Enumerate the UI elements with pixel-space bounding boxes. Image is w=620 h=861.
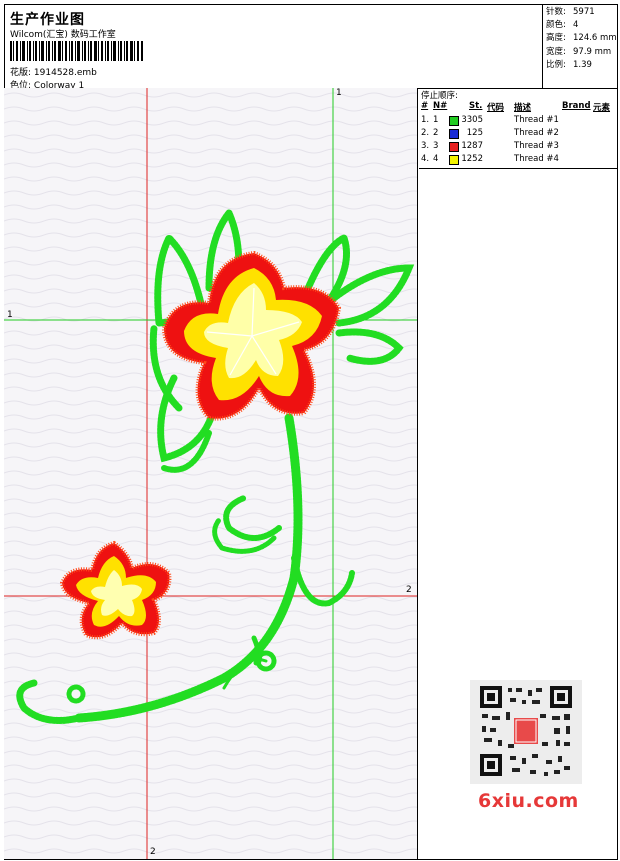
thread-n: 2 xyxy=(433,128,439,138)
page-title: 生产作业图 xyxy=(10,12,85,28)
barcode-icon xyxy=(10,41,143,61)
thread-idx: 1. xyxy=(421,115,430,125)
thread-color-swatch xyxy=(449,142,459,152)
col-element: 元素 xyxy=(593,103,611,113)
guide-label-green-left: 1 xyxy=(7,310,13,320)
thread-color-swatch xyxy=(449,155,459,165)
stat-width: 宽度: 97.9 mm xyxy=(546,46,612,57)
thread-desc: Thread #4 xyxy=(514,154,559,164)
design-label: 花版: xyxy=(10,68,32,78)
thread-n: 3 xyxy=(433,141,439,151)
site-watermark: 6xiu.com xyxy=(478,790,579,812)
thread-desc: Thread #1 xyxy=(514,115,559,125)
stat-stitches: 针数: 5971 xyxy=(546,7,595,17)
software-subtitle: Wilcom(汇宝) 数码工作室 xyxy=(10,30,116,40)
guide-label-red-bottom: 2 xyxy=(150,847,156,857)
thread-code: 125 xyxy=(466,128,483,138)
thread-code: 3305 xyxy=(461,115,483,125)
thread-n: 4 xyxy=(433,154,439,164)
design-file: 花版: 1914528.emb xyxy=(10,65,97,78)
thread-idx: 4. xyxy=(421,154,430,164)
thread-n: 1 xyxy=(433,115,439,125)
thread-sequence-panel: 停止顺序: # N# St. 代码 描述 Brand 元素 1. 1 3305 Thr… xyxy=(419,88,618,169)
stat-scale: 比例: 1.39 xyxy=(546,59,592,70)
col-hash: # xyxy=(421,101,429,111)
header: 生产作业图 Wilcom(汇宝) 数码工作室 花版: 1914528.emb 色… xyxy=(4,4,618,91)
col-brand: Brand xyxy=(562,101,591,111)
thread-code: 1252 xyxy=(461,154,483,164)
design-value: 1914528.emb xyxy=(33,68,97,78)
embroidery-canvas[interactable]: 1 1 2 2 xyxy=(4,88,418,859)
stat-colors: 颜色: 4 xyxy=(546,20,579,31)
guide-label-red-right: 2 xyxy=(406,585,412,595)
thread-row: 1. 1 3305 Thread #1 xyxy=(419,115,618,127)
thread-row: 4. 4 1252 Thread #4 xyxy=(419,154,618,166)
thread-table-header: # N# St. 代码 描述 Brand 元素 xyxy=(419,101,618,113)
thread-desc: Thread #2 xyxy=(514,128,559,138)
thread-idx: 3. xyxy=(421,141,430,151)
stat-height: 高度: 124.6 mm xyxy=(546,33,617,44)
thread-row: 2. 2 125 Thread #2 xyxy=(419,128,618,140)
thread-color-swatch xyxy=(449,129,459,139)
thread-row: 3. 3 1287 Thread #3 xyxy=(419,141,618,153)
thread-panel-title: 停止顺序: xyxy=(421,91,458,101)
thread-idx: 2. xyxy=(421,128,430,138)
thread-desc: Thread #3 xyxy=(514,141,559,151)
thread-code: 1287 xyxy=(461,141,483,151)
embroidery-design xyxy=(4,88,417,859)
thread-color-swatch xyxy=(449,116,459,126)
col-desc: 描述 xyxy=(514,103,532,113)
qr-code-icon xyxy=(470,680,582,784)
col-n: N# xyxy=(433,101,448,111)
stats-panel: 针数: 5971 颜色: 4 高度: 124.6 mm 宽度: 97.9 mm 比例: 1… xyxy=(542,4,618,89)
guide-label-green-top: 1 xyxy=(336,88,342,98)
col-st: St. xyxy=(469,101,483,111)
col-code: 代码 xyxy=(487,103,505,113)
